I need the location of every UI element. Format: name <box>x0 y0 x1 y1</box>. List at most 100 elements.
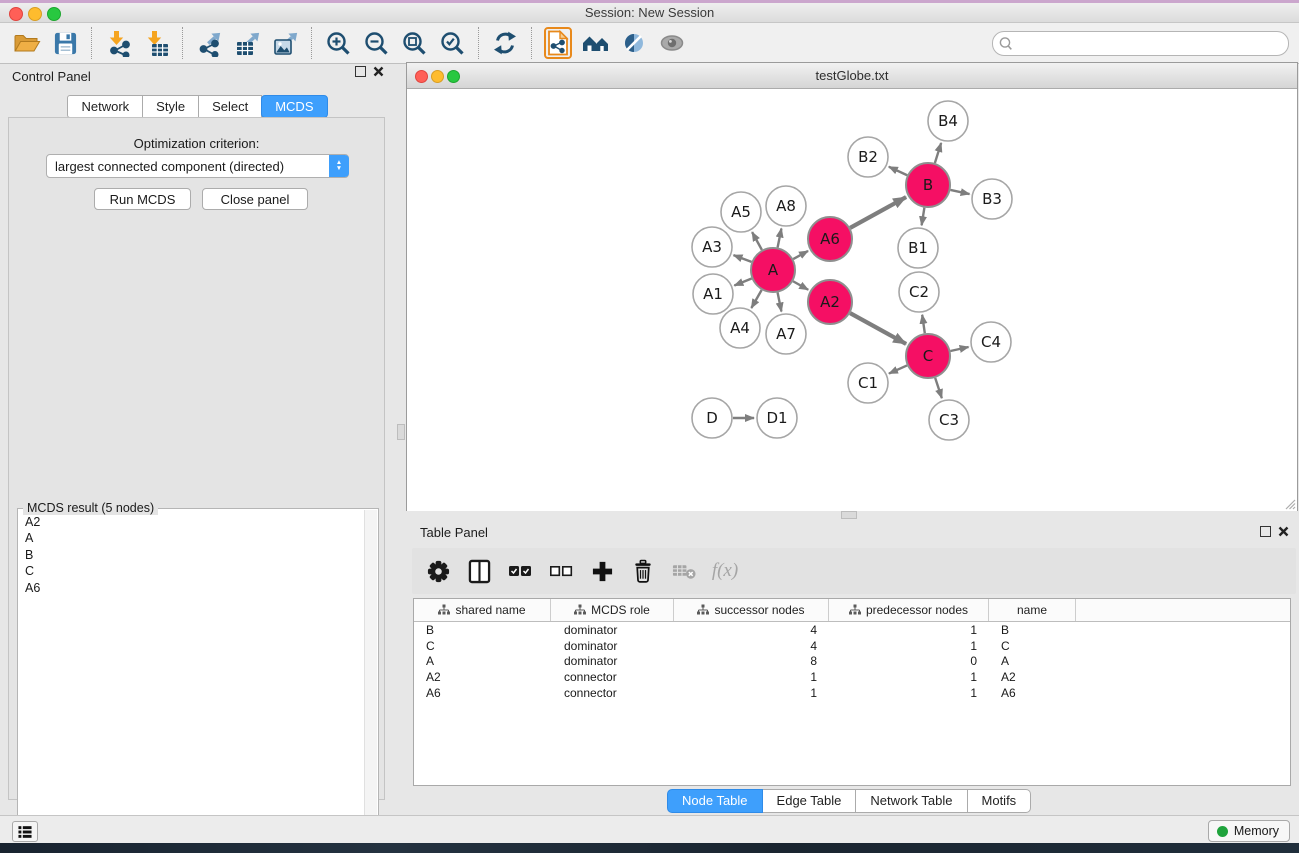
resize-grip-icon[interactable] <box>1280 494 1296 510</box>
search-input[interactable] <box>1017 35 1288 51</box>
save-session-button[interactable] <box>46 25 84 61</box>
cell-predecessor-nodes[interactable]: 1 <box>829 639 989 653</box>
float-panel-icon[interactable] <box>1260 526 1271 537</box>
cell-name[interactable]: C <box>989 639 1076 653</box>
graph-edge-A-A8[interactable] <box>778 229 782 248</box>
graph-node-B3[interactable]: B3 <box>972 179 1012 219</box>
table-row[interactable]: A dominator 8 0 A <box>414 654 1290 670</box>
cell-successor-nodes[interactable]: 1 <box>674 686 829 700</box>
close-panel-icon[interactable] <box>1278 526 1289 537</box>
birdseye-view-button[interactable] <box>615 25 653 61</box>
cell-name[interactable]: A2 <box>989 670 1076 684</box>
graph-node-B[interactable]: B <box>906 163 950 207</box>
refresh-button[interactable] <box>486 25 524 61</box>
column-header-predecessor-nodes[interactable]: predecessor nodes <box>829 599 989 621</box>
cell-predecessor-nodes[interactable]: 1 <box>829 686 989 700</box>
graph-edge-B-B1[interactable] <box>922 208 925 226</box>
cell-mcds-role[interactable]: dominator <box>551 623 674 637</box>
float-panel-icon[interactable] <box>355 66 366 77</box>
cell-successor-nodes[interactable]: 1 <box>674 670 829 684</box>
show-hide-button[interactable] <box>653 25 691 61</box>
graph-edge-A-A4[interactable] <box>751 290 761 308</box>
graph-node-A5[interactable]: A5 <box>721 192 761 232</box>
column-header-shared-name[interactable]: shared name <box>414 599 551 621</box>
result-item[interactable]: B <box>25 547 365 563</box>
select-all-button[interactable] <box>506 557 534 585</box>
cell-successor-nodes[interactable]: 8 <box>674 654 829 668</box>
open-session-button[interactable] <box>8 25 46 61</box>
run-mcds-button[interactable]: Run MCDS <box>94 188 191 210</box>
graph-node-A7[interactable]: A7 <box>766 314 806 354</box>
cell-name[interactable]: B <box>989 623 1076 637</box>
column-header-successor-nodes[interactable]: successor nodes <box>674 599 829 621</box>
graph-node-B4[interactable]: B4 <box>928 101 968 141</box>
cell-mcds-role[interactable]: connector <box>551 686 674 700</box>
task-history-button[interactable] <box>12 821 38 842</box>
cell-mcds-role[interactable]: dominator <box>551 639 674 653</box>
deselect-all-button[interactable] <box>547 557 575 585</box>
search-field[interactable] <box>992 31 1289 56</box>
export-network-button[interactable] <box>190 25 228 61</box>
graph-node-C3[interactable]: C3 <box>929 400 969 440</box>
result-item[interactable]: A6 <box>25 580 365 596</box>
graph-node-C4[interactable]: C4 <box>971 322 1011 362</box>
cell-shared-name[interactable]: A6 <box>414 686 551 700</box>
graph-node-A8[interactable]: A8 <box>766 186 806 226</box>
graph-edge-A-A3[interactable] <box>734 255 752 262</box>
graph-edge-A-A7[interactable] <box>778 293 782 312</box>
graph-edge-B-B4[interactable] <box>935 143 941 163</box>
close-window-button[interactable] <box>415 70 428 83</box>
graph-node-A6[interactable]: A6 <box>808 217 852 261</box>
close-panel-button[interactable]: Close panel <box>202 188 308 210</box>
cell-shared-name[interactable]: A2 <box>414 670 551 684</box>
table-row[interactable]: C dominator 4 1 C <box>414 638 1290 654</box>
network-overview-button[interactable] <box>539 25 577 61</box>
add-column-button[interactable] <box>588 557 616 585</box>
zoom-selected-button[interactable] <box>433 25 471 61</box>
graph-node-A[interactable]: A <box>751 248 795 292</box>
graph-node-C[interactable]: C <box>906 334 950 378</box>
cell-successor-nodes[interactable]: 4 <box>674 639 829 653</box>
tab-style[interactable]: Style <box>143 95 199 118</box>
graph-edge-A-A2[interactable] <box>793 281 808 290</box>
export-image-button[interactable] <box>266 25 304 61</box>
criterion-dropdown[interactable]: largest connected component (directed) ▲… <box>46 154 349 178</box>
graph-edge-B-B3[interactable] <box>950 190 969 194</box>
memory-button[interactable]: Memory <box>1208 820 1290 842</box>
graph-edge-C-C1[interactable] <box>889 365 907 373</box>
import-table-button[interactable] <box>137 25 175 61</box>
mcds-result-list[interactable]: A2 A B C A6 <box>19 514 365 844</box>
graph-edge-A-A5[interactable] <box>752 232 762 250</box>
home-view-button[interactable] <box>577 25 615 61</box>
graph-node-B1[interactable]: B1 <box>898 228 938 268</box>
cell-mcds-role[interactable]: connector <box>551 670 674 684</box>
graph-node-A3[interactable]: A3 <box>692 227 732 267</box>
zoom-in-button[interactable] <box>319 25 357 61</box>
graph-node-B2[interactable]: B2 <box>848 137 888 177</box>
graph-node-C2[interactable]: C2 <box>899 272 939 312</box>
graph-edge-A-A6[interactable] <box>793 251 808 259</box>
graph-node-D[interactable]: D <box>692 398 732 438</box>
minimize-window-button[interactable] <box>28 7 42 21</box>
tab-select[interactable]: Select <box>199 95 262 118</box>
column-header-mcds-role[interactable]: MCDS role <box>551 599 674 621</box>
close-window-button[interactable] <box>9 7 23 21</box>
cell-name[interactable]: A <box>989 654 1076 668</box>
table-row[interactable]: A2 connector 1 1 A2 <box>414 669 1290 685</box>
export-table-button[interactable] <box>228 25 266 61</box>
result-scrollbar[interactable] <box>364 510 377 844</box>
result-item[interactable]: A <box>25 530 365 546</box>
tab-node-table[interactable]: Node Table <box>667 789 763 813</box>
minimize-window-button[interactable] <box>431 70 444 83</box>
import-network-button[interactable] <box>99 25 137 61</box>
result-item[interactable]: A2 <box>25 514 365 530</box>
zoom-out-button[interactable] <box>357 25 395 61</box>
close-panel-icon[interactable] <box>373 66 384 77</box>
vertical-splitter-handle[interactable] <box>397 424 405 440</box>
show-columns-button[interactable] <box>465 557 493 585</box>
graph-edge-C-C4[interactable] <box>950 347 968 351</box>
tab-network-table[interactable]: Network Table <box>856 789 967 813</box>
table-row[interactable]: B dominator 4 1 B <box>414 622 1290 638</box>
zoom-fit-button[interactable] <box>395 25 433 61</box>
graph-edge-C-C3[interactable] <box>935 378 942 398</box>
